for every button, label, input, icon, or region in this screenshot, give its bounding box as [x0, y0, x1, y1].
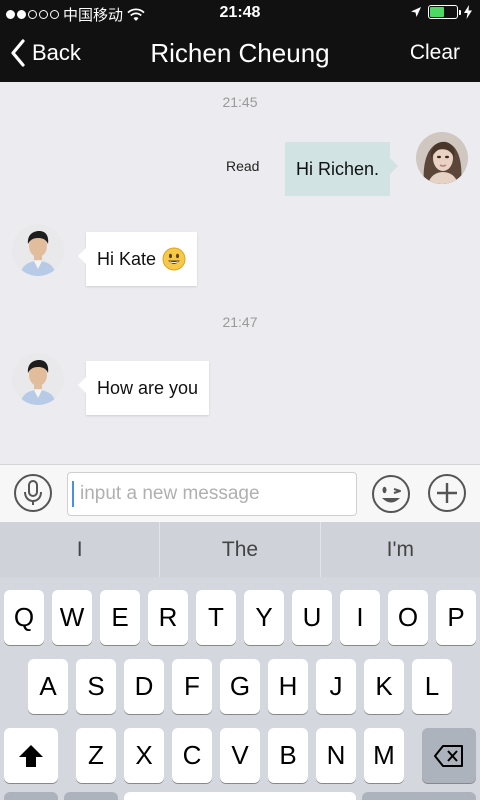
- charging-bolt-icon: [464, 5, 472, 19]
- status-time: 21:48: [219, 4, 261, 21]
- location-arrow-icon: [411, 7, 421, 17]
- incoming-message-bubble[interactable]: How are you: [77, 361, 210, 415]
- suggestion-item[interactable]: I'm: [319, 522, 480, 577]
- key-e[interactable]: E: [100, 590, 140, 645]
- my-avatar[interactable]: [416, 132, 468, 184]
- key-c[interactable]: C: [172, 728, 212, 783]
- nav-bar: Back Richen Cheung Clear: [0, 26, 480, 82]
- plus-icon: [437, 483, 457, 503]
- key-w[interactable]: W: [52, 590, 92, 645]
- message-text: Hi Kate: [97, 248, 157, 269]
- emoji-button[interactable]: [371, 474, 411, 514]
- suggestion-item[interactable]: The: [159, 522, 319, 577]
- suggestion-item[interactable]: I: [0, 522, 159, 577]
- battery-icon: [428, 5, 461, 19]
- chat-area[interactable]: 21:45 Read Hi Richen. Hi Kate 21:47 How …: [0, 82, 480, 464]
- message-input[interactable]: [67, 472, 357, 516]
- voice-input-button[interactable]: [14, 474, 52, 512]
- key-d[interactable]: D: [124, 659, 164, 714]
- battery-level: [430, 7, 445, 17]
- shift-key[interactable]: [4, 728, 58, 783]
- contact-avatar[interactable]: [12, 353, 64, 405]
- back-button-label: Back: [32, 40, 81, 65]
- key-a[interactable]: A: [28, 659, 68, 714]
- key-x[interactable]: X: [124, 728, 164, 783]
- key-m[interactable]: M: [364, 728, 404, 783]
- key-q[interactable]: Q: [4, 590, 44, 645]
- key-o[interactable]: O: [388, 590, 428, 645]
- message-text: Hi Richen.: [296, 158, 380, 179]
- globe-key[interactable]: [64, 792, 118, 800]
- message-input-bar: [0, 464, 480, 522]
- key-t[interactable]: T: [196, 590, 236, 645]
- key-f[interactable]: F: [172, 659, 212, 714]
- status-right: [410, 5, 472, 19]
- key-v[interactable]: V: [220, 728, 260, 783]
- key-l[interactable]: L: [412, 659, 452, 714]
- back-button[interactable]: Back: [10, 39, 81, 67]
- key-r[interactable]: R: [148, 590, 188, 645]
- smiley-icon: [162, 247, 186, 271]
- clear-button[interactable]: Clear: [410, 41, 460, 65]
- key-s[interactable]: S: [76, 659, 116, 714]
- key-i[interactable]: I: [340, 590, 380, 645]
- delete-key[interactable]: [422, 728, 476, 783]
- numbers-key[interactable]: [4, 792, 58, 800]
- more-options-button[interactable]: [428, 474, 466, 512]
- shift-arrow-icon: [19, 744, 43, 767]
- read-receipt: Read: [226, 158, 260, 174]
- key-p[interactable]: P: [436, 590, 476, 645]
- wink-face-icon: [372, 475, 410, 513]
- key-h[interactable]: H: [268, 659, 308, 714]
- contact-avatar[interactable]: [12, 224, 64, 276]
- chevron-left-icon: [11, 39, 25, 67]
- microphone-icon: [24, 480, 42, 505]
- key-j[interactable]: J: [316, 659, 356, 714]
- key-n[interactable]: N: [316, 728, 356, 783]
- message-timestamp: 21:45: [222, 94, 258, 110]
- outgoing-message-bubble[interactable]: Hi Richen.: [285, 142, 399, 196]
- space-key[interactable]: [124, 792, 356, 800]
- key-y[interactable]: Y: [244, 590, 284, 645]
- keyboard-suggestions: I The I'm: [0, 522, 480, 577]
- key-u[interactable]: U: [292, 590, 332, 645]
- key-b[interactable]: B: [268, 728, 308, 783]
- message-text: How are you: [97, 377, 199, 398]
- key-k[interactable]: K: [364, 659, 404, 714]
- status-bar: 中国移动 21:48: [0, 0, 480, 26]
- keyboard: Q W E R T Y U I O P A S D F G H J K L Z …: [0, 577, 480, 800]
- key-g[interactable]: G: [220, 659, 260, 714]
- incoming-message-bubble[interactable]: Hi Kate: [77, 232, 198, 286]
- text-cursor: [72, 481, 74, 507]
- return-key[interactable]: [362, 792, 476, 800]
- key-z[interactable]: Z: [76, 728, 116, 783]
- backspace-icon: [434, 744, 463, 767]
- message-timestamp: 21:47: [222, 314, 258, 330]
